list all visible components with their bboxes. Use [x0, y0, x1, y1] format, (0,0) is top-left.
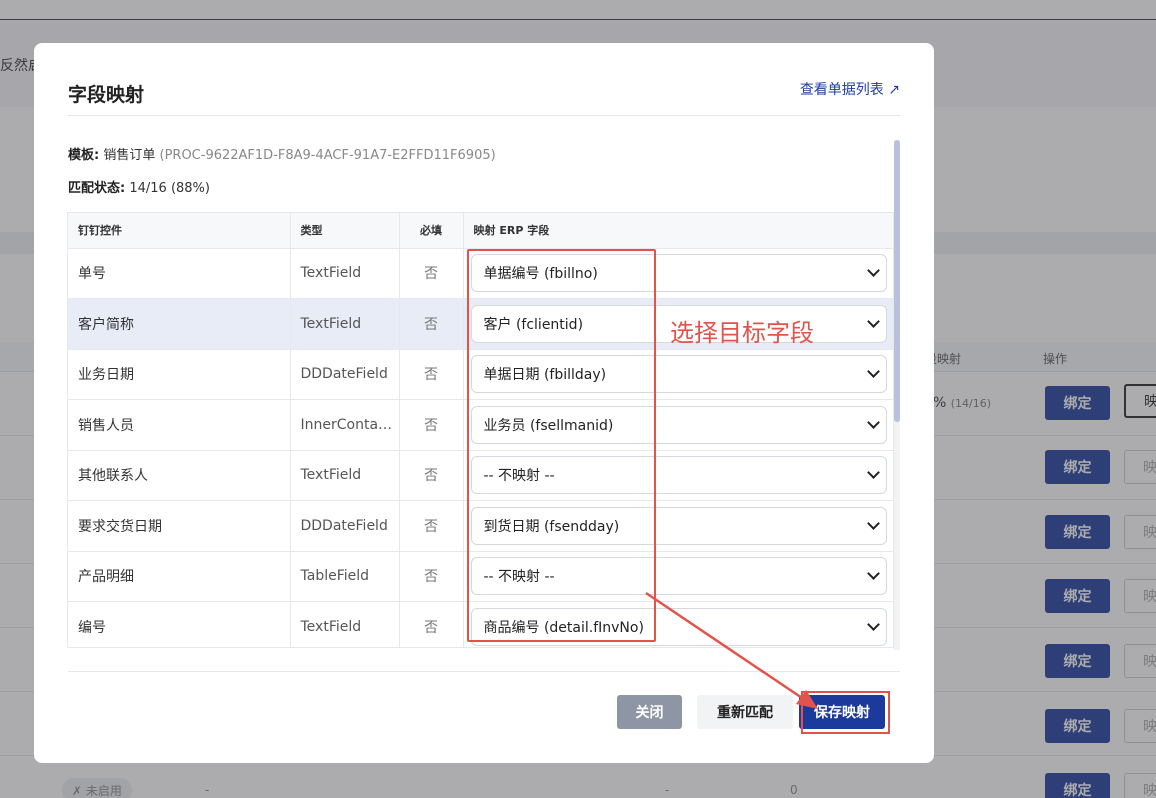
cell-required: 否 [399, 349, 464, 400]
cell-required: 否 [399, 248, 464, 299]
th-required: 必填 [399, 213, 464, 249]
cell-type: TextField [290, 248, 400, 299]
chevron-down-icon [866, 567, 880, 581]
template-info: 模板: 销售订单 (PROC-9622AF1D-F8A9-4ACF-91A7-E… [68, 144, 496, 163]
chevron-down-icon [866, 365, 880, 379]
cell-type: TextField [290, 601, 400, 647]
match-status-label: 匹配状态: [68, 181, 126, 196]
annotation-highlight-box-save [801, 691, 890, 734]
rematch-button[interactable]: 重新匹配 [697, 695, 793, 729]
cell-control: 客户简称 [68, 298, 291, 350]
cell-type: TextField [290, 450, 400, 501]
cell-control: 其他联系人 [68, 450, 291, 501]
cell-required: 否 [399, 399, 464, 451]
header-divider [68, 115, 900, 116]
cell-type: InnerContac... [290, 399, 400, 451]
th-type: 类型 [290, 213, 400, 249]
chevron-down-icon [866, 415, 880, 429]
cell-required: 否 [399, 298, 464, 350]
th-erp-field: 映射 ERP 字段 [463, 213, 893, 249]
cell-type: TextField [290, 298, 400, 350]
chevron-down-icon [866, 264, 880, 278]
cell-type: TableField [290, 551, 400, 602]
th-dingtalk-control: 钉钉控件 [68, 213, 291, 249]
cell-required: 否 [399, 500, 464, 552]
cell-required: 否 [399, 551, 464, 602]
match-status: 匹配状态: 14/16 (88%) [68, 177, 210, 196]
chevron-down-icon [866, 516, 880, 530]
template-label: 模板: [68, 148, 100, 163]
cell-control: 产品明细 [68, 551, 291, 602]
chevron-down-icon [866, 617, 880, 631]
cell-control: 单号 [68, 248, 291, 299]
modal-title: 字段映射 [68, 84, 145, 106]
chevron-down-icon [866, 466, 880, 480]
annotation-label: 选择目标字段 [670, 319, 814, 347]
cell-type: DDDateField [290, 349, 400, 400]
cell-required: 否 [399, 450, 464, 501]
table-header-row: 钉钉控件 类型 必填 映射 ERP 字段 [68, 213, 893, 249]
footer-divider [68, 671, 900, 672]
annotation-highlight-box-select-column [467, 249, 656, 642]
cell-control: 编号 [68, 601, 291, 647]
close-button[interactable]: 关闭 [617, 695, 682, 729]
template-name: 销售订单 [103, 148, 156, 163]
chevron-down-icon [866, 314, 880, 328]
table-scrollbar-thumb[interactable] [894, 140, 900, 422]
template-id: (PROC-9622AF1D-F8A9-4ACF-91A7-E2FFD11F69… [159, 148, 496, 163]
view-document-list-link[interactable]: 查看单据列表 ↗ [800, 79, 900, 99]
cell-type: DDDateField [290, 500, 400, 552]
cell-required: 否 [399, 601, 464, 647]
cell-control: 业务日期 [68, 349, 291, 400]
cell-control: 要求交货日期 [68, 500, 291, 552]
match-status-value: 14/16 (88%) [129, 181, 210, 196]
cell-control: 销售人员 [68, 399, 291, 451]
